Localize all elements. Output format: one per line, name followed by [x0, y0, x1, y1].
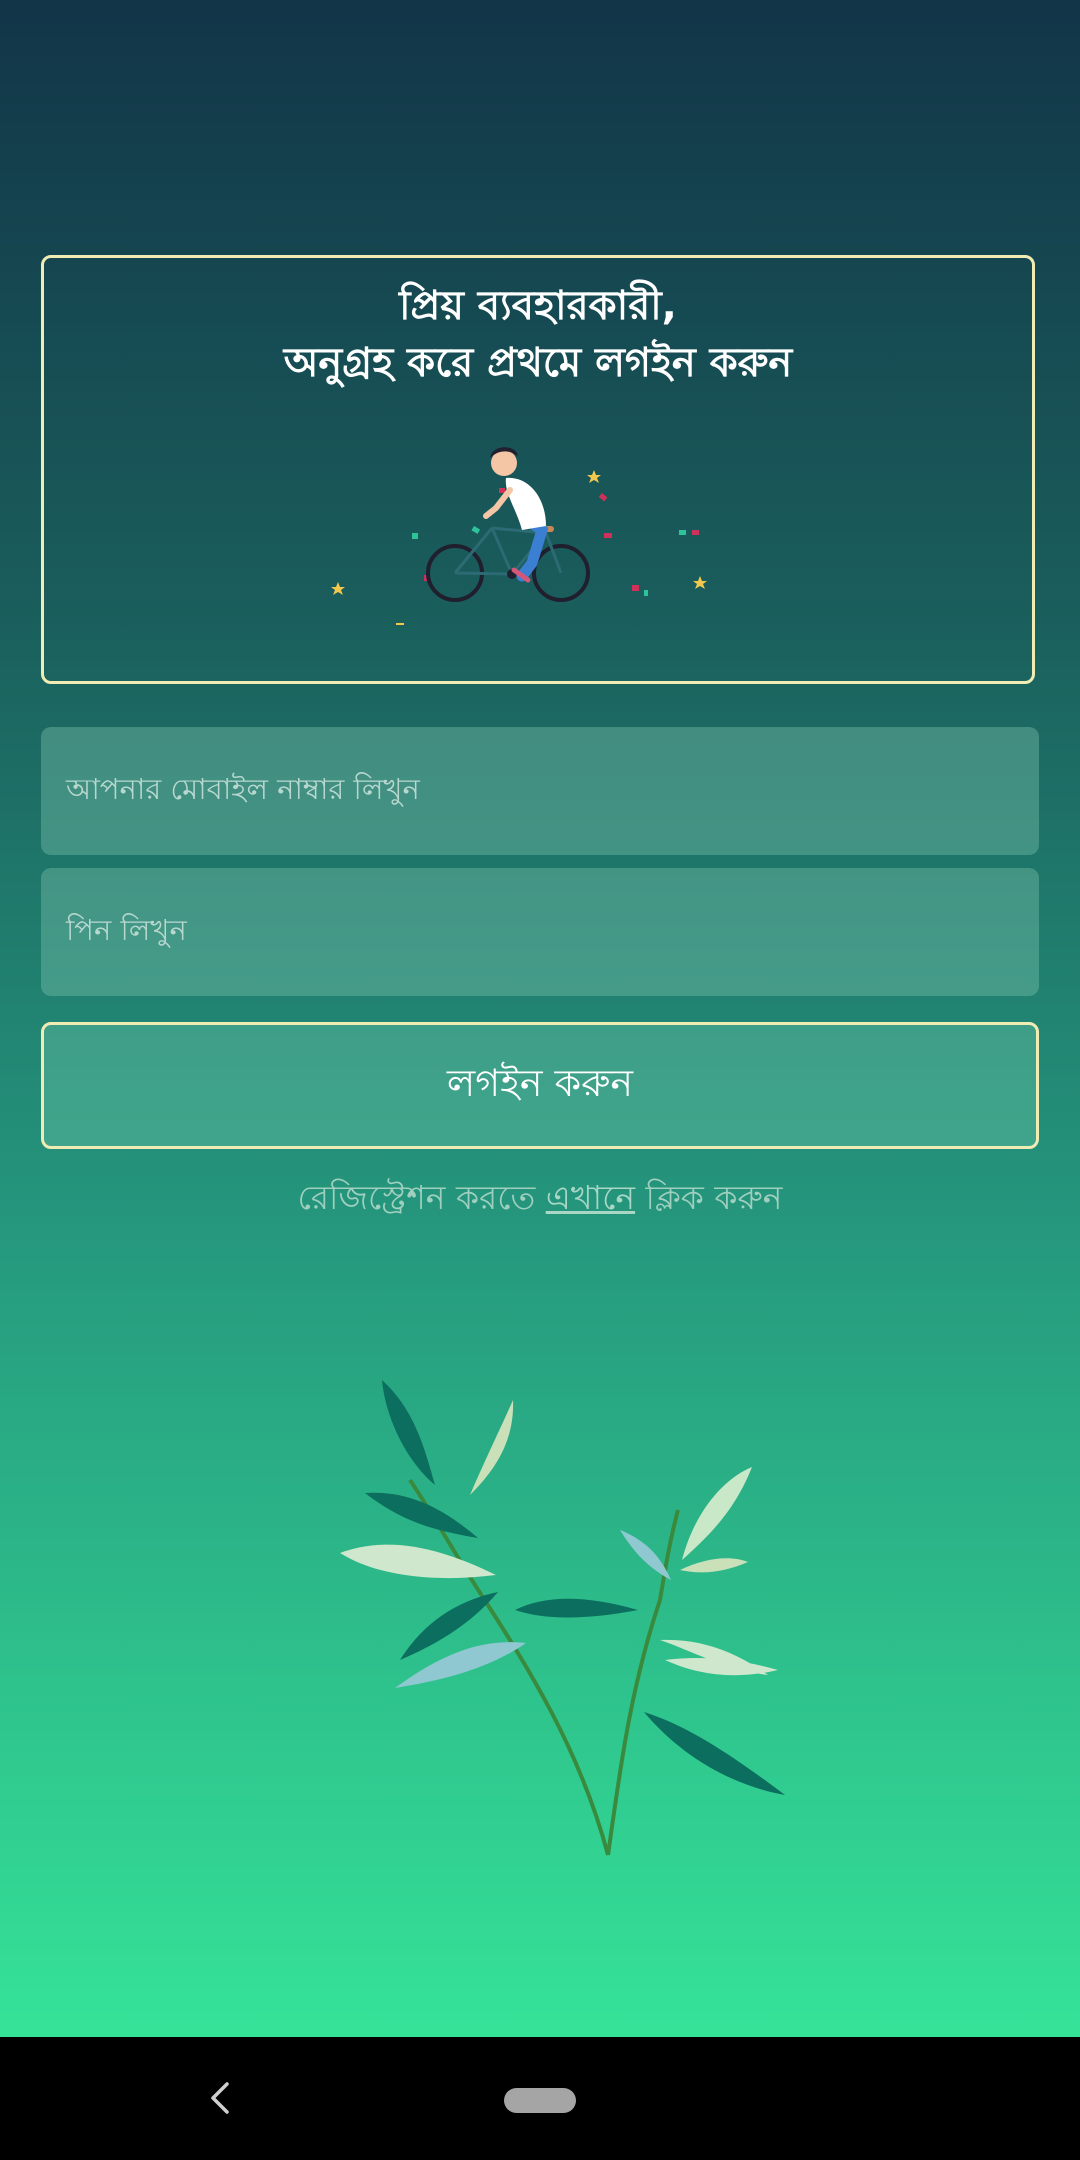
plant-leaf: [680, 1558, 748, 1573]
register-suffix: ক্লিক করুন: [635, 1178, 783, 1217]
confetti-star: [331, 582, 345, 595]
mobile-number-input[interactable]: আপনার মোবাইল নাম্বার লিখুন: [41, 727, 1039, 855]
home-pill[interactable]: [504, 2088, 576, 2113]
cyclist-illustration: [331, 447, 707, 625]
plant-stem: [606, 1509, 680, 1856]
confetti-piece: [644, 590, 648, 596]
welcome-card: প্রিয় ব্যবহারকারী, অনুগ্রহ করে প্রথমে ল…: [41, 255, 1035, 684]
welcome-line-2: অনুগ্রহ করে প্রথমে লগইন করুন: [283, 340, 793, 386]
mobile-number-placeholder: আপনার মোবাইল নাম্বার লিখুন: [66, 771, 420, 806]
confetti-piece: [471, 526, 481, 534]
confetti-piece: [412, 533, 418, 539]
login-button[interactable]: লগইন করুন: [41, 1022, 1039, 1149]
plant-leaf: [382, 1380, 435, 1485]
confetti-piece: [604, 533, 612, 538]
plant-leaf: [515, 1598, 638, 1618]
back-icon[interactable]: [203, 2080, 237, 2116]
login-screen: প্রিয় ব্যবহারকারী, অনুগ্রহ করে প্রথমে ল…: [0, 0, 1080, 2037]
rider-body: [505, 477, 546, 530]
confetti-star: [587, 470, 601, 483]
pin-input[interactable]: পিন লিখুন: [41, 868, 1039, 996]
welcome-title: প্রিয় ব্যবহারকারী, অনুগ্রহ করে প্রথমে ল…: [44, 278, 1032, 392]
confetti-piece: [679, 530, 686, 535]
confetti-piece: [396, 623, 404, 625]
register-prefix: রেজিস্ট্রেশন করতে: [297, 1178, 546, 1217]
confetti-piece: [499, 488, 505, 493]
plant-leaf: [340, 1544, 496, 1579]
confetti-star: [693, 576, 707, 589]
confetti-piece: [632, 585, 639, 591]
confetti-piece: [598, 493, 608, 502]
confetti-piece: [692, 530, 699, 535]
plant-leaf: [682, 1467, 752, 1560]
pin-placeholder: পিন লিখুন: [66, 912, 187, 947]
plant-leaf: [644, 1712, 785, 1795]
plant-leaf: [620, 1530, 671, 1580]
register-prompt: রেজিস্ট্রেশন করতে এখানে ক্লিক করুন: [0, 1172, 1080, 1228]
welcome-line-1: প্রিয় ব্যবহারকারী,: [399, 283, 677, 329]
plant-leaf: [665, 1658, 778, 1676]
plant-leaf: [470, 1400, 514, 1495]
register-link[interactable]: এখানে: [546, 1178, 635, 1217]
login-button-label: লগইন করুন: [446, 1060, 634, 1105]
plant-illustration: [340, 1380, 785, 1856]
